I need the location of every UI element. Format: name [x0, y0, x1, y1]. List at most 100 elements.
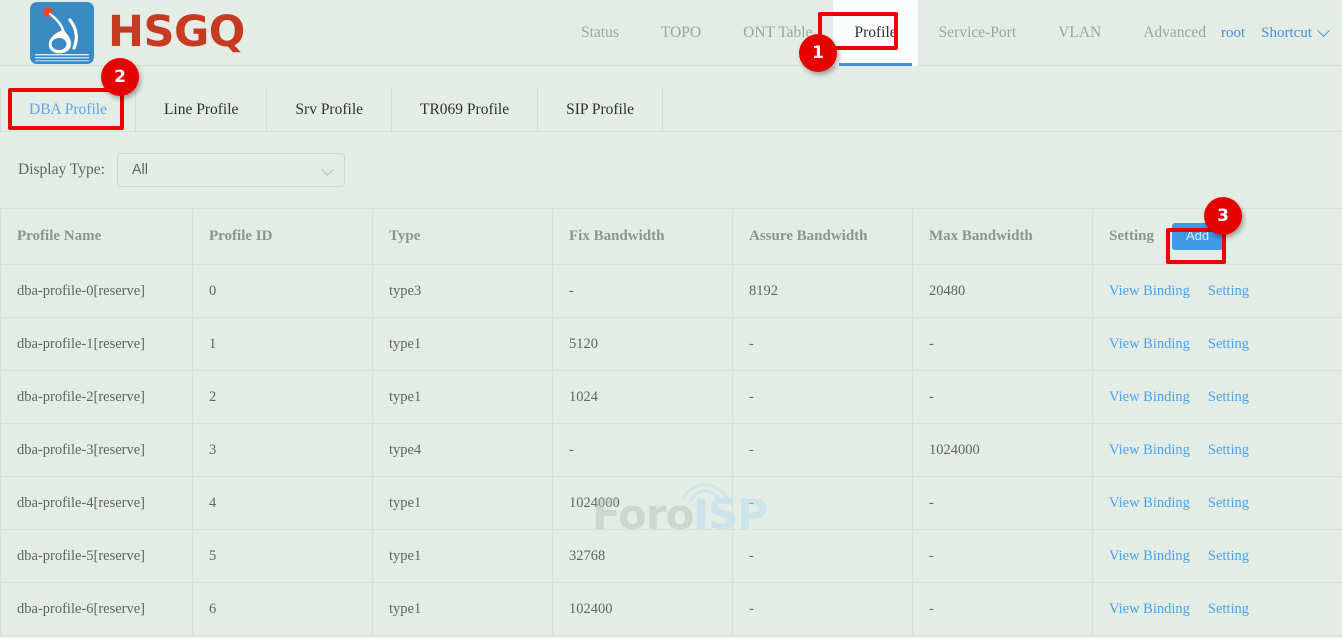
column-header-profile-name: Profile Name	[1, 209, 193, 265]
table-row[interactable]: dba-profile-0[reserve] 0 type3 - 8192 20…	[1, 265, 1342, 318]
cell-profile-id: 3	[193, 424, 373, 477]
cell-type: type1	[373, 530, 553, 583]
table-body: dba-profile-0[reserve] 0 type3 - 8192 20…	[1, 265, 1342, 636]
table-row[interactable]: dba-profile-2[reserve] 2 type1 1024 - - …	[1, 371, 1342, 424]
view-binding-link[interactable]: View Binding	[1109, 495, 1190, 512]
nav-item-service-port[interactable]: Service-Port	[918, 0, 1037, 66]
table-row[interactable]: dba-profile-6[reserve] 6 type1 102400 - …	[1, 583, 1342, 636]
table-row[interactable]: dba-profile-3[reserve] 3 type4 - - 10240…	[1, 424, 1342, 477]
nav-item-topo[interactable]: TOPO	[640, 0, 722, 66]
view-binding-link[interactable]: View Binding	[1109, 336, 1190, 353]
nav-item-status[interactable]: Status	[560, 0, 640, 66]
cell-max-bandwidth: -	[913, 318, 1093, 371]
view-binding-link[interactable]: View Binding	[1109, 442, 1190, 459]
cell-type: type3	[373, 265, 553, 318]
current-user-link[interactable]: root	[1221, 25, 1245, 42]
add-button[interactable]: Add	[1172, 223, 1223, 249]
cell-profile-name: dba-profile-3[reserve]	[1, 424, 193, 477]
cell-profile-name: dba-profile-5[reserve]	[1, 530, 193, 583]
view-binding-link[interactable]: View Binding	[1109, 283, 1190, 300]
cell-max-bandwidth: 20480	[913, 265, 1093, 318]
table-row[interactable]: dba-profile-1[reserve] 1 type1 5120 - - …	[1, 318, 1342, 371]
table-row[interactable]: dba-profile-5[reserve] 5 type1 32768 - -…	[1, 530, 1342, 583]
setting-link[interactable]: Setting	[1208, 495, 1249, 512]
cell-max-bandwidth: 1024000	[913, 424, 1093, 477]
cell-assure-bandwidth: 8192	[733, 265, 913, 318]
cell-max-bandwidth: -	[913, 530, 1093, 583]
column-header-fix-bandwidth: Fix Bandwidth	[553, 209, 733, 265]
cell-profile-id: 0	[193, 265, 373, 318]
cell-type: type1	[373, 318, 553, 371]
chevron-down-icon	[321, 163, 334, 176]
cell-profile-name: dba-profile-6[reserve]	[1, 583, 193, 636]
cell-profile-name: dba-profile-0[reserve]	[1, 265, 193, 318]
subtab-line-profile[interactable]: Line Profile	[136, 88, 267, 132]
display-type-select[interactable]: All	[117, 153, 345, 187]
setting-link[interactable]: Setting	[1208, 336, 1249, 353]
cell-type: type1	[373, 583, 553, 636]
view-binding-link[interactable]: View Binding	[1109, 389, 1190, 406]
cell-profile-id: 5	[193, 530, 373, 583]
dba-profile-table-wrap: ForoISP Profile Name Profile ID Type Fix…	[0, 208, 1342, 636]
cell-profile-id: 2	[193, 371, 373, 424]
nav-item-advanced[interactable]: Advanced	[1122, 0, 1227, 66]
logo-svg	[30, 2, 94, 64]
subtab-dba-profile[interactable]: DBA Profile	[0, 88, 136, 132]
setting-link[interactable]: Setting	[1208, 442, 1249, 459]
top-navigation: Status TOPO ONT Table Profile Service-Po…	[560, 0, 1227, 66]
cell-max-bandwidth: -	[913, 477, 1093, 530]
cell-assure-bandwidth: -	[733, 318, 913, 371]
nav-item-vlan[interactable]: VLAN	[1037, 0, 1122, 66]
cell-fix-bandwidth: 1024000	[553, 477, 733, 530]
cell-profile-id: 6	[193, 583, 373, 636]
column-header-profile-id: Profile ID	[193, 209, 373, 265]
nav-item-ont-table[interactable]: ONT Table	[722, 0, 833, 66]
cell-setting: View Binding Setting	[1093, 318, 1342, 371]
cell-fix-bandwidth: -	[553, 424, 733, 477]
subtab-sip-profile[interactable]: SIP Profile	[538, 88, 663, 132]
cell-assure-bandwidth: -	[733, 424, 913, 477]
cell-profile-name: dba-profile-2[reserve]	[1, 371, 193, 424]
table-row[interactable]: dba-profile-4[reserve] 4 type1 1024000 -…	[1, 477, 1342, 530]
subtab-bar: DBA Profile Line Profile Srv Profile TR0…	[0, 66, 1342, 132]
filter-row: Display Type: All	[0, 132, 1342, 208]
shortcut-menu[interactable]: Shortcut	[1261, 25, 1328, 42]
brand-logo: HSGQ	[30, 2, 245, 64]
cell-setting: View Binding Setting	[1093, 265, 1342, 318]
view-binding-link[interactable]: View Binding	[1109, 548, 1190, 565]
cell-profile-id: 1	[193, 318, 373, 371]
cell-assure-bandwidth: -	[733, 371, 913, 424]
cell-max-bandwidth: -	[913, 583, 1093, 636]
setting-link[interactable]: Setting	[1208, 548, 1249, 565]
cell-setting: View Binding Setting	[1093, 583, 1342, 636]
setting-link[interactable]: Setting	[1208, 389, 1249, 406]
app-header: HSGQ Status TOPO ONT Table Profile Servi…	[0, 0, 1342, 66]
cell-setting: View Binding Setting	[1093, 477, 1342, 530]
cell-type: type1	[373, 477, 553, 530]
cell-fix-bandwidth: 1024	[553, 371, 733, 424]
cell-assure-bandwidth: -	[733, 477, 913, 530]
cell-type: type4	[373, 424, 553, 477]
brand-name: HSGQ	[108, 11, 245, 54]
shortcut-label: Shortcut	[1261, 25, 1312, 42]
dba-profile-table: Profile Name Profile ID Type Fix Bandwid…	[0, 208, 1342, 636]
cell-setting: View Binding Setting	[1093, 530, 1342, 583]
nav-item-profile[interactable]: Profile	[833, 0, 917, 66]
setting-link[interactable]: Setting	[1208, 601, 1249, 618]
cell-type: type1	[373, 371, 553, 424]
subtab-tr069-profile[interactable]: TR069 Profile	[392, 88, 538, 132]
setting-link[interactable]: Setting	[1208, 283, 1249, 300]
hsgq-wave-logo-icon	[30, 2, 94, 64]
column-header-type: Type	[373, 209, 553, 265]
view-binding-link[interactable]: View Binding	[1109, 601, 1190, 618]
subtab-srv-profile[interactable]: Srv Profile	[267, 88, 392, 132]
user-area: root Shortcut	[1221, 0, 1328, 66]
column-header-setting-label: Setting	[1109, 228, 1154, 245]
page-root: HSGQ Status TOPO ONT Table Profile Servi…	[0, 0, 1342, 638]
cell-profile-id: 4	[193, 477, 373, 530]
cell-setting: View Binding Setting	[1093, 424, 1342, 477]
cell-setting: View Binding Setting	[1093, 371, 1342, 424]
cell-assure-bandwidth: -	[733, 530, 913, 583]
cell-profile-name: dba-profile-4[reserve]	[1, 477, 193, 530]
cell-fix-bandwidth: -	[553, 265, 733, 318]
